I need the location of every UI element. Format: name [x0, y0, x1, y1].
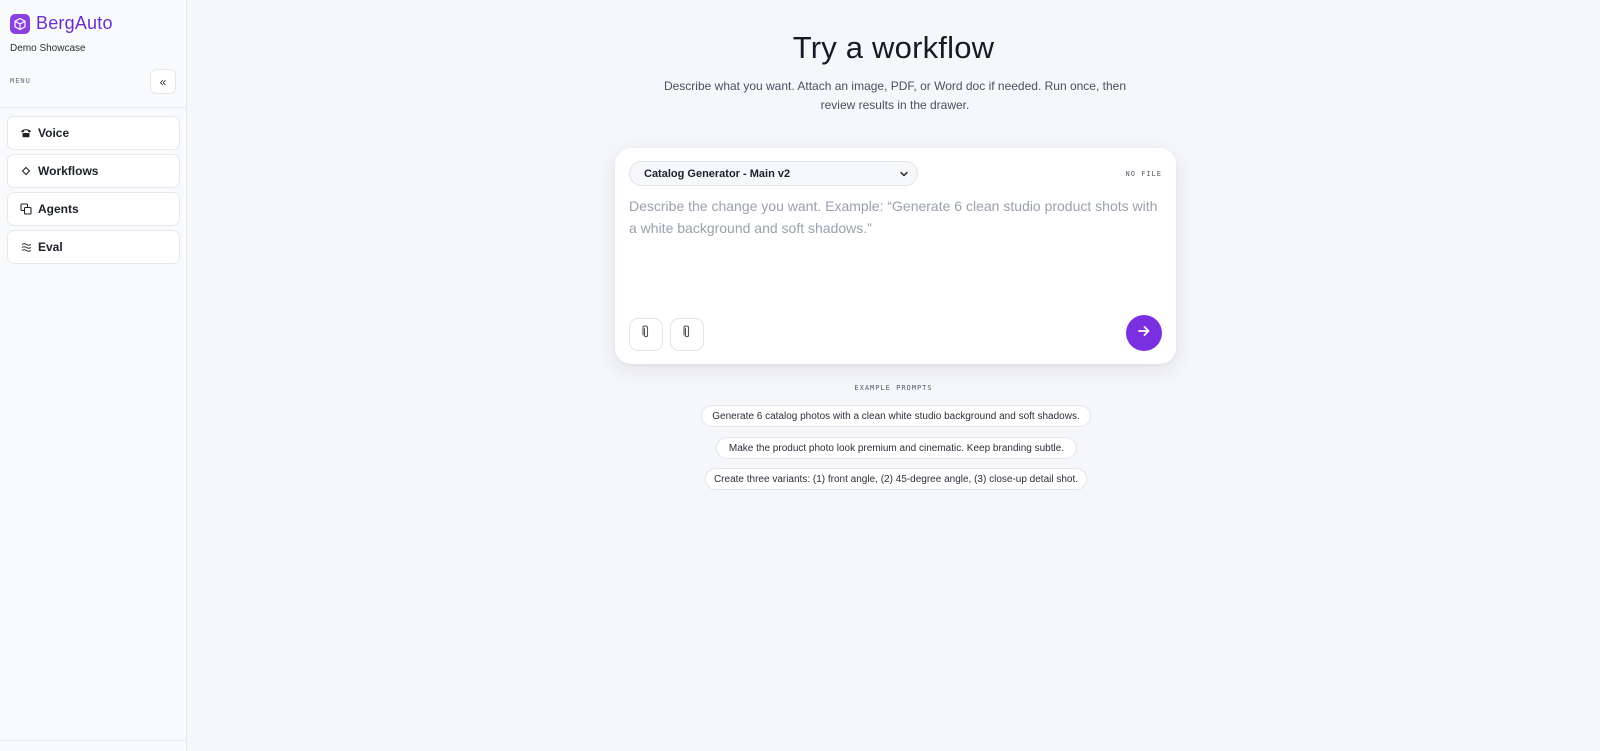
- sidebar-item-label: Workflows: [38, 164, 99, 178]
- sidebar-item-label: Agents: [38, 202, 79, 216]
- example-prompt-chip[interactable]: Generate 6 catalog photos with a clean w…: [701, 405, 1091, 427]
- arrow-right-icon: [1137, 324, 1151, 342]
- sidebar-item-voice[interactable]: Voice: [7, 116, 180, 150]
- sidebar-item-label: Voice: [38, 126, 70, 140]
- example-prompt-chip[interactable]: Create three variants: (1) front angle, …: [705, 468, 1087, 490]
- phone-icon: [19, 128, 33, 138]
- sidebar-item-label: Eval: [38, 240, 63, 254]
- page-title: Try a workflow: [792, 30, 995, 65]
- paperclip-icon: [682, 324, 692, 345]
- workflow-select-value: Catalog Generator - Main v2: [644, 167, 791, 180]
- file-status: NO FILE: [1125, 170, 1162, 178]
- brand-subtitle: Demo Showcase: [10, 43, 86, 54]
- sidebar: BergAuto Demo Showcase MENU « Voice Work…: [0, 0, 187, 751]
- sidebar-divider: [0, 107, 187, 108]
- copy-icon: [19, 203, 33, 215]
- menu-label: MENU: [10, 77, 31, 85]
- prompt-input[interactable]: Describe the change you want. Example: “…: [629, 195, 1164, 295]
- diamond-icon: [19, 166, 33, 176]
- page-description: Describe what you want. Attach an image,…: [663, 79, 1127, 112]
- example-prompt-chip[interactable]: Make the product photo look premium and …: [716, 437, 1077, 459]
- sidebar-item-eval[interactable]: Eval: [7, 230, 180, 264]
- workflow-select[interactable]: Catalog Generator - Main v2: [629, 161, 918, 186]
- example-prompts-label: EXAMPLE PROMPTS: [854, 384, 933, 392]
- brand-name: BergAuto: [36, 13, 113, 33]
- sidebar-item-agents[interactable]: Agents: [7, 192, 180, 226]
- run-workflow-button[interactable]: [1126, 315, 1162, 351]
- collapse-sidebar-button[interactable]: «: [150, 69, 176, 94]
- attach-file-button[interactable]: [629, 318, 663, 351]
- waves-icon: [19, 242, 33, 253]
- brand[interactable]: BergAuto: [10, 13, 113, 34]
- sidebar-item-workflows[interactable]: Workflows: [7, 154, 180, 188]
- attach-document-button[interactable]: [670, 318, 704, 351]
- cube-icon: [10, 13, 30, 34]
- workflow-composer: Catalog Generator - Main v2 NO FILE Desc…: [615, 148, 1176, 364]
- sidebar-footer-divider: [0, 740, 187, 741]
- chevron-down-icon: [899, 168, 909, 183]
- paperclip-icon: [641, 324, 651, 345]
